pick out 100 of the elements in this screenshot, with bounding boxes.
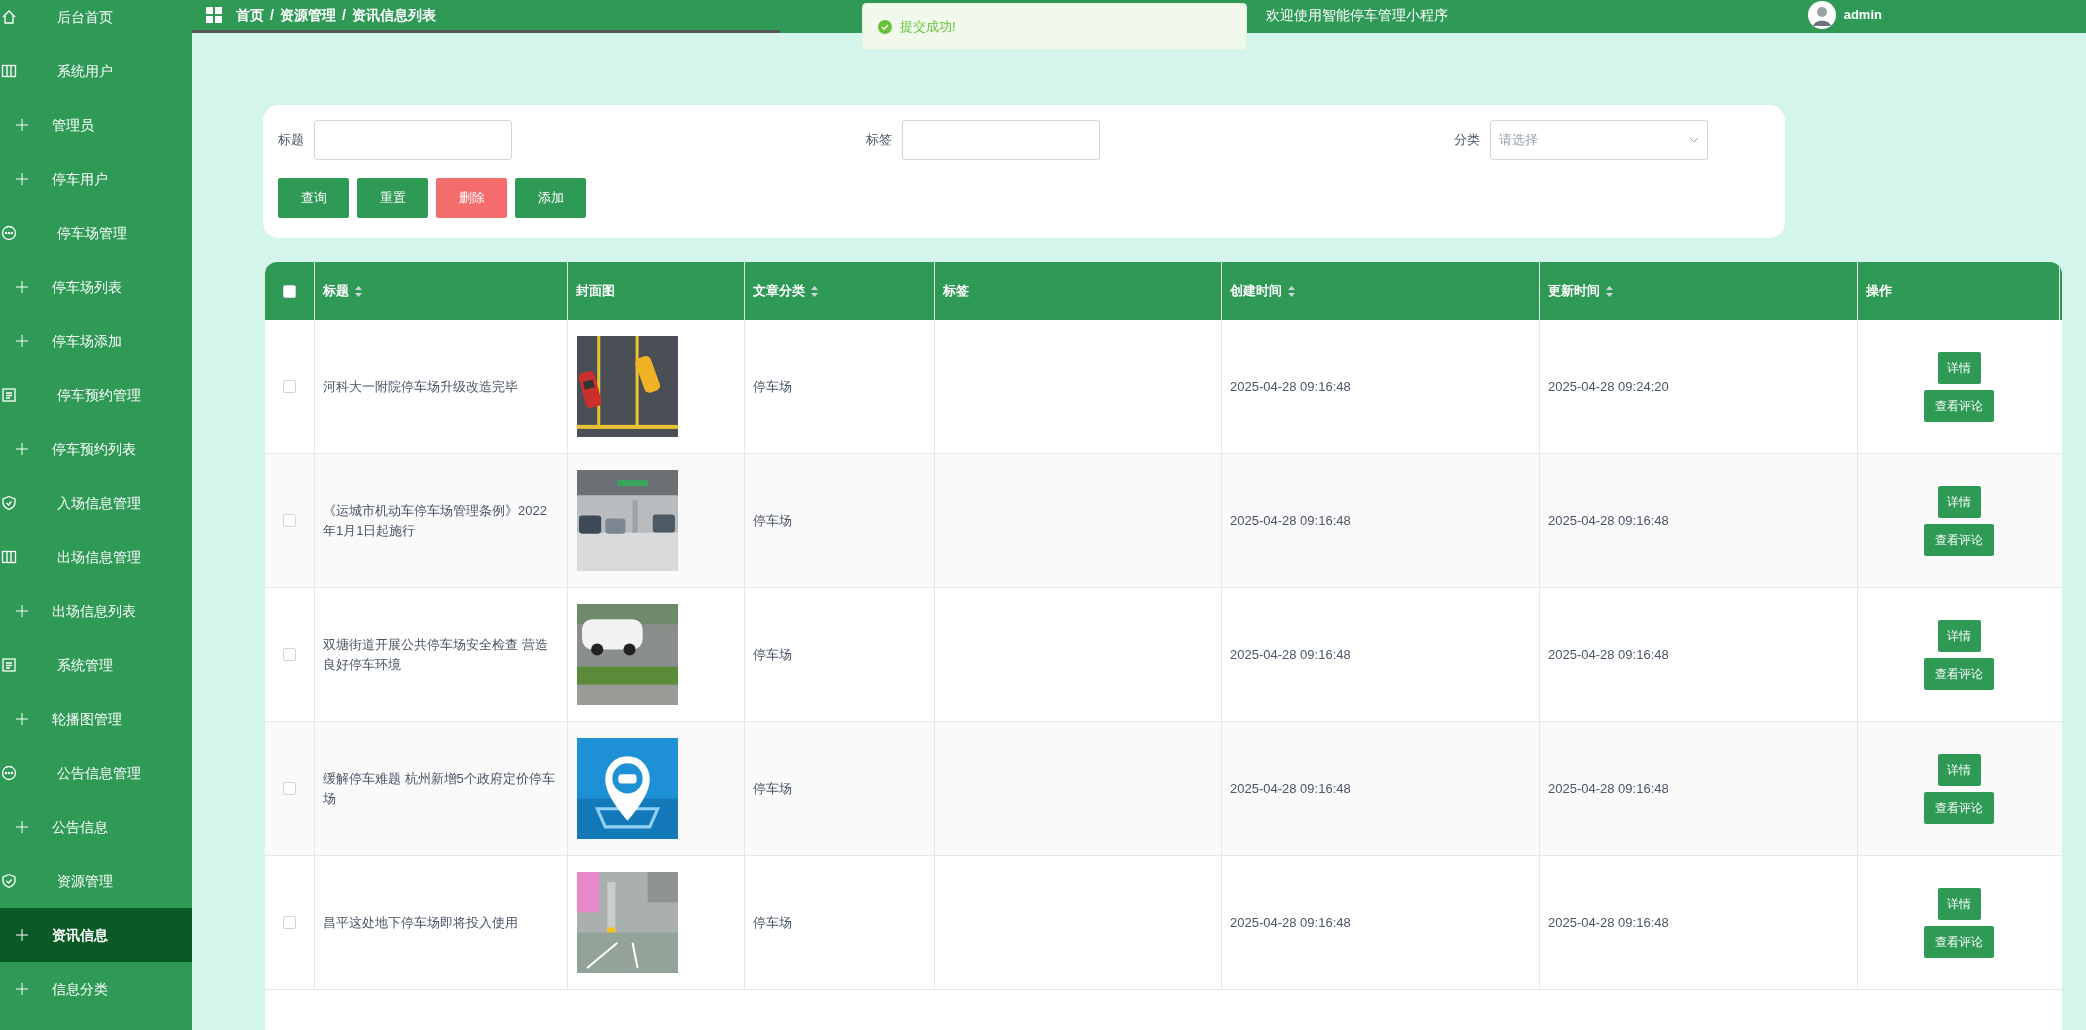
table-cell-text: 2025-04-28 09:16:48 xyxy=(1548,913,1669,932)
plus-icon xyxy=(16,281,28,293)
plus-icon xyxy=(16,929,28,941)
sidebar-item[interactable]: 轮播图管理 xyxy=(0,692,192,746)
shield-icon xyxy=(1,495,17,511)
sidebar-item[interactable]: 公告信息 xyxy=(0,800,192,854)
sort-icon[interactable] xyxy=(1288,285,1295,297)
comments-button[interactable]: 查看评论 xyxy=(1924,791,1994,824)
sidebar-item[interactable]: 出场信息管理 xyxy=(0,530,192,584)
app-title: 欢迎使用智能停车管理小程序 xyxy=(1265,5,1448,25)
row-checkbox[interactable] xyxy=(283,916,296,929)
sidebar-item[interactable]: 停车场管理 xyxy=(0,206,192,260)
table-cell-text: 停车场 xyxy=(753,511,792,530)
column-header: 操作 xyxy=(1866,282,1892,301)
sidebar-item[interactable]: 停车预约管理 xyxy=(0,368,192,422)
avatar-icon[interactable] xyxy=(1807,1,1836,29)
sidebar-item[interactable]: 出场信息列表 xyxy=(0,584,192,638)
sidebar-item[interactable]: 信息分类 xyxy=(0,962,192,1016)
details-button[interactable]: 详情 xyxy=(1937,485,1981,518)
breadcrumb-separator: / xyxy=(270,5,274,25)
toast-message: 提交成功! xyxy=(900,17,956,36)
breadcrumb-separator: / xyxy=(341,5,346,25)
plus-icon xyxy=(16,119,28,131)
action-button[interactable]: 重置 xyxy=(357,178,428,218)
sidebar-item[interactable]: 资讯信息 xyxy=(0,908,192,962)
plus-icon xyxy=(16,605,28,617)
sidebar-item[interactable]: 管理员 xyxy=(0,98,192,152)
home-icon xyxy=(1,9,17,25)
table-cell-text: 2025-04-28 09:16:48 xyxy=(1548,779,1669,798)
table-cell-text: 2025-04-28 09:16:48 xyxy=(1548,645,1669,664)
breadcrumb-item[interactable]: 首页 xyxy=(236,4,264,26)
field-label: 标签 xyxy=(866,131,892,150)
sidebar-item[interactable]: 系统用户 xyxy=(0,44,192,98)
sort-icon[interactable] xyxy=(355,285,362,297)
plus-icon xyxy=(16,821,28,833)
column-header: 封面图 xyxy=(576,282,615,301)
column-header[interactable]: 标题 xyxy=(323,281,349,301)
breadcrumb-item[interactable]: 资讯信息列表 xyxy=(351,4,436,26)
details-button[interactable]: 详情 xyxy=(1937,351,1981,384)
details-button[interactable]: 详情 xyxy=(1937,887,1981,920)
sidebar-item[interactable]: 资源管理 xyxy=(0,854,192,908)
sidebar-item[interactable]: 停车用户 xyxy=(0,152,192,206)
plus-icon xyxy=(16,713,28,725)
table-cell-text: 停车场 xyxy=(753,779,792,798)
comments-button[interactable]: 查看评论 xyxy=(1924,925,1994,958)
sort-icon[interactable] xyxy=(1606,285,1613,297)
sidebar-item[interactable]: 停车预约列表 xyxy=(0,422,192,476)
table-cell-text: 缓解停车难题 杭州新增5个政府定价停车场 xyxy=(323,769,556,808)
table-cell-text: 《运城市机动车停车场管理条例》2022年1月1日起施行 xyxy=(323,501,548,540)
category-select[interactable]: 请选择 xyxy=(1490,120,1708,160)
table-cell-text: 昌平这处地下停车场即将投入使用 xyxy=(323,913,518,932)
table-cell-text: 双塘街道开展公共停车场安全检查 营造良好停车环境 xyxy=(323,635,549,674)
plus-icon xyxy=(16,335,28,347)
sidebar-item[interactable]: 停车场添加 xyxy=(0,314,192,368)
column-header[interactable]: 创建时间 xyxy=(1230,281,1282,301)
row-checkbox[interactable] xyxy=(283,514,296,527)
row-checkbox[interactable] xyxy=(283,380,296,393)
check-circle-icon xyxy=(878,19,892,34)
sidebar-item[interactable]: 系统管理 xyxy=(0,638,192,692)
action-button[interactable]: 删除 xyxy=(436,178,507,218)
select-all-checkbox[interactable] xyxy=(283,284,296,298)
comments-button[interactable]: 查看评论 xyxy=(1924,523,1994,556)
table-cell-text: 停车场 xyxy=(753,377,792,396)
field-label: 分类 xyxy=(1454,131,1480,150)
table-cell-text: 河科大一附院停车场升级改造完毕 xyxy=(323,377,518,396)
table-cell-text: 2025-04-28 09:16:48 xyxy=(1230,377,1351,396)
shield-icon xyxy=(1,873,17,889)
document-icon xyxy=(1,387,17,403)
text-field[interactable] xyxy=(314,120,512,160)
column-header: 标签 xyxy=(943,282,969,301)
action-button[interactable]: 添加 xyxy=(515,178,586,218)
table-cell-text: 停车场 xyxy=(753,645,792,664)
text-field[interactable] xyxy=(902,120,1100,160)
comments-button[interactable]: 查看评论 xyxy=(1924,657,1994,690)
columns-icon xyxy=(1,549,17,565)
sidebar-item[interactable]: 公告信息管理 xyxy=(0,746,192,800)
row-checkbox[interactable] xyxy=(283,648,296,661)
row-checkbox[interactable] xyxy=(283,782,296,795)
more-icon xyxy=(1,225,17,241)
column-header[interactable]: 文章分类 xyxy=(753,281,805,301)
grid-icon[interactable] xyxy=(206,7,222,23)
table-cell-text: 2025-04-28 09:24:20 xyxy=(1548,377,1669,396)
username: admin xyxy=(1843,6,1882,25)
plus-icon xyxy=(16,443,28,455)
action-button[interactable]: 查询 xyxy=(278,178,349,218)
sidebar-item[interactable]: 停车场列表 xyxy=(0,260,192,314)
table-cell-text: 2025-04-28 09:16:48 xyxy=(1230,779,1351,798)
table-cell-text: 2025-04-28 09:16:48 xyxy=(1230,913,1351,932)
plus-icon xyxy=(16,983,28,995)
comments-button[interactable]: 查看评论 xyxy=(1924,389,1994,422)
sidebar-item[interactable]: 入场信息管理 xyxy=(0,476,192,530)
more-icon xyxy=(1,765,17,781)
sort-icon[interactable] xyxy=(811,285,818,297)
document-icon xyxy=(1,657,17,673)
sidebar-item[interactable]: 后台首页 xyxy=(0,0,192,44)
details-button[interactable]: 详情 xyxy=(1937,619,1981,652)
breadcrumb-item[interactable]: 资源管理 xyxy=(279,4,336,26)
details-button[interactable]: 详情 xyxy=(1937,753,1981,786)
column-header[interactable]: 更新时间 xyxy=(1548,281,1600,301)
field-label: 标题 xyxy=(278,131,304,150)
